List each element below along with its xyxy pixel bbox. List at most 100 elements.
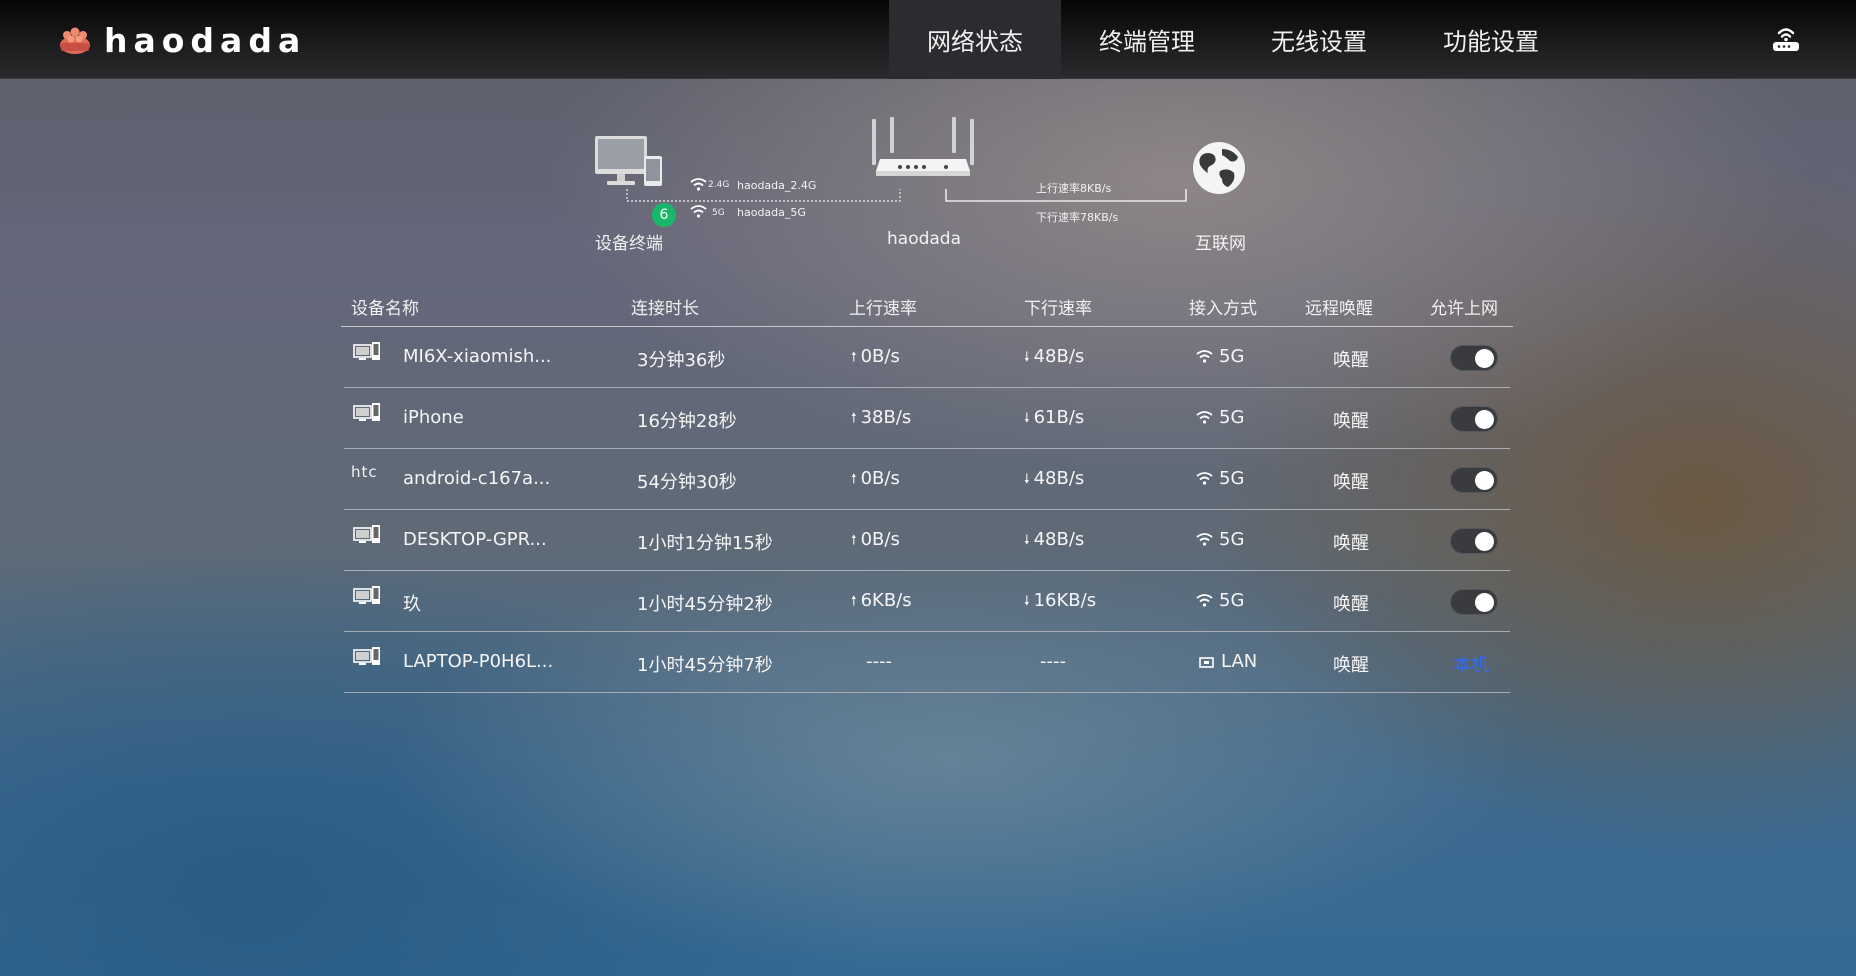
table-row[interactable]: DESKTOP-GPR... 1小时1分钟15秒 🠕 0B/s 🠗 48B/s 5G… — [344, 510, 1510, 571]
device-name: iPhone — [403, 407, 464, 428]
ssid-24-band: 2.4G — [708, 180, 730, 190]
arrow-up-icon: 🠕 — [851, 411, 857, 426]
globe-icon — [1193, 142, 1245, 194]
connection-duration: 3分钟36秒 — [637, 350, 726, 371]
wake-button[interactable]: 唤醒 — [1333, 346, 1369, 372]
table-row[interactable]: htc android-c167a... 54分钟30秒 🠕 0B/s 🠗 48B/… — [344, 449, 1510, 510]
table-row[interactable]: 玖 1小时45分钟2秒 🠕 6KB/s 🠗 16KB/s 5G 唤醒 — [344, 571, 1510, 632]
nav-device-management[interactable]: 终端管理 — [1061, 0, 1233, 79]
connection-duration: 16分钟28秒 — [637, 411, 737, 432]
wifi-icon — [690, 178, 707, 191]
nav-network-status[interactable]: 网络状态 — [889, 0, 1061, 79]
upload-speed: 🠕 38B/s — [851, 407, 911, 431]
arrow-down-icon: 🠗 — [1024, 594, 1030, 609]
nav-wireless-settings[interactable]: 无线设置 — [1233, 0, 1405, 79]
access-type: LAN — [1198, 651, 1257, 672]
wifi-icon — [690, 205, 707, 218]
device-name: DESKTOP-GPR... — [403, 529, 547, 550]
wake-button[interactable]: 唤醒 — [1333, 590, 1369, 616]
wifi-icon — [1196, 411, 1213, 424]
devices-icon[interactable] — [594, 135, 666, 191]
wake-button[interactable]: 唤醒 — [1333, 407, 1369, 433]
allow-internet-toggle[interactable] — [1450, 345, 1498, 371]
nav-feature-settings[interactable]: 功能设置 — [1405, 0, 1577, 79]
logo-icon — [60, 27, 90, 54]
col-duration: 连接时长 — [631, 299, 699, 319]
table-row[interactable]: LAPTOP-P0H6L... 1小时45分钟7秒 ---- ---- LAN … — [344, 632, 1510, 693]
arrow-up-icon: 🠕 — [851, 533, 857, 548]
access-type: 5G — [1196, 346, 1244, 367]
upload-speed: 🠕 0B/s — [851, 529, 900, 553]
upload-speed: 🠕 0B/s — [851, 468, 900, 492]
col-remote-wake: 远程唤醒 — [1305, 299, 1373, 319]
ethernet-icon — [1199, 657, 1214, 668]
allow-internet-toggle[interactable] — [1450, 406, 1498, 432]
pc-phone-icon — [353, 586, 380, 604]
wifi-icon — [1196, 533, 1213, 546]
device-name: android-c167a... — [403, 468, 551, 489]
col-allow-internet: 允许上网 — [1430, 299, 1498, 319]
upload-speed: 🠕 6KB/s — [851, 590, 912, 614]
device-name: LAPTOP-P0H6L... — [403, 651, 554, 672]
col-access: 接入方式 — [1189, 299, 1257, 319]
ssid-24: haodada_2.4G — [737, 179, 817, 192]
wifi-icon — [1196, 472, 1213, 485]
top-bar: haodada 网络状态 终端管理 无线设置 功能设置 — [0, 0, 1856, 79]
toggle-knob — [1475, 532, 1494, 551]
connection-duration: 1小时45分钟2秒 — [637, 594, 773, 615]
device-count-badge: 6 — [652, 203, 676, 227]
connection-duration: 1小时45分钟7秒 — [637, 655, 773, 676]
upload-speed: 🠕 0B/s — [851, 346, 900, 370]
wake-button[interactable]: 唤醒 — [1333, 651, 1369, 677]
router-device-icon[interactable] — [870, 117, 976, 189]
access-type: 5G — [1196, 590, 1244, 611]
pc-phone-icon — [353, 403, 380, 421]
table-header: 设备名称 连接时长 上行速率 下行速率 接入方式 远程唤醒 允许上网 — [341, 288, 1513, 327]
download-speed: 🠗 16KB/s — [1024, 590, 1096, 614]
toggle-knob — [1475, 593, 1494, 612]
download-speed: ---- — [1040, 651, 1066, 672]
arrow-up-icon: 🠕 — [851, 350, 857, 365]
devices-label: 设备终端 — [595, 234, 663, 254]
allow-internet-toggle[interactable] — [1450, 467, 1498, 493]
access-type: 5G — [1196, 407, 1244, 428]
arrow-down-icon: 🠗 — [1024, 472, 1030, 487]
ssid-5: haodada_5G — [737, 206, 806, 219]
this-device-link[interactable]: 本机 — [1453, 651, 1489, 677]
access-type: 5G — [1196, 529, 1244, 550]
arrow-up-icon: 🠕 — [851, 472, 857, 487]
device-name: 玖 — [403, 594, 421, 615]
download-speed: 🠗 48B/s — [1024, 529, 1084, 553]
download-speed: 🠗 48B/s — [1024, 468, 1084, 492]
network-topology: 6 设备终端 2.4G haodada_2.4G 5G haodada_5G h… — [0, 79, 1856, 259]
arrow-down-icon: 🠗 — [1024, 411, 1030, 426]
upload-speed: ---- — [866, 651, 892, 672]
col-upload: 上行速率 — [849, 299, 917, 319]
device-table: 设备名称 连接时长 上行速率 下行速率 接入方式 远程唤醒 允许上网 MI6X-… — [341, 288, 1513, 693]
toggle-knob — [1475, 410, 1494, 429]
wifi-icon — [1196, 594, 1213, 607]
wake-button[interactable]: 唤醒 — [1333, 468, 1369, 494]
toggle-knob — [1475, 349, 1494, 368]
pc-phone-icon — [353, 525, 380, 543]
upload-rate: 上行速率8KB/s — [1036, 182, 1112, 195]
pc-phone-icon — [353, 647, 380, 665]
allow-internet-toggle[interactable] — [1450, 589, 1498, 615]
wake-button[interactable]: 唤醒 — [1333, 529, 1369, 555]
connection-duration: 54分钟30秒 — [637, 472, 737, 493]
arrow-down-icon: 🠗 — [1024, 533, 1030, 548]
router-icon[interactable] — [1770, 24, 1802, 54]
table-row[interactable]: iPhone 16分钟28秒 🠕 38B/s 🠗 61B/s 5G 唤醒 — [344, 388, 1510, 449]
wifi-icon — [1196, 350, 1213, 363]
toggle-knob — [1475, 471, 1494, 490]
download-speed: 🠗 48B/s — [1024, 346, 1084, 370]
brand-logo[interactable]: haodada — [58, 24, 306, 57]
col-device-name: 设备名称 — [351, 299, 419, 319]
arrow-up-icon: 🠕 — [851, 594, 857, 609]
main-nav: 网络状态 终端管理 无线设置 功能设置 — [889, 0, 1577, 79]
router-label: haodada — [887, 229, 962, 249]
device-name: MI6X-xiaomish... — [403, 346, 552, 367]
allow-internet-toggle[interactable] — [1450, 528, 1498, 554]
table-row[interactable]: MI6X-xiaomish... 3分钟36秒 🠕 0B/s 🠗 48B/s 5G … — [344, 327, 1510, 388]
download-rate: 下行速率78KB/s — [1036, 211, 1119, 224]
